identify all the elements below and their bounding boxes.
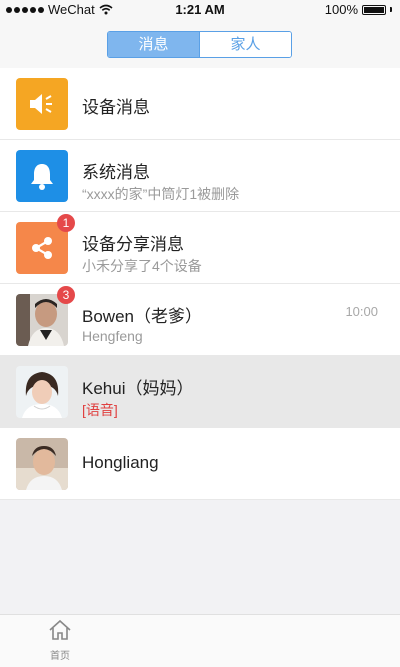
item-title: 设备消息 — [82, 98, 150, 117]
avatar — [16, 438, 68, 490]
tab-home-label: 首页 — [50, 651, 70, 662]
list-item-contact-kehui[interactable]: Kehui（妈妈） [语音] — [0, 356, 400, 428]
item-title: 系统消息 — [82, 163, 150, 182]
battery-percent: 100% — [324, 2, 358, 17]
item-time: 10:00 — [345, 304, 378, 319]
status-bar: WeChat 1:21 AM 100% — [0, 0, 400, 20]
tab-messages[interactable]: 消息 — [108, 32, 199, 57]
item-title: Kehui（妈妈） — [82, 379, 194, 398]
bell-icon — [16, 150, 68, 202]
tab-family[interactable]: 家人 — [199, 32, 291, 57]
message-list: 设备消息 系统消息 “xxxx的家”中筒灯1被删除 1 设备分享消息 小禾分享了… — [0, 68, 400, 500]
list-item-device-messages[interactable]: 设备消息 — [0, 68, 400, 140]
unread-badge: 3 — [57, 286, 75, 304]
list-item-system-messages[interactable]: 系统消息 “xxxx的家”中筒灯1被删除 — [0, 140, 400, 212]
avatar — [16, 366, 68, 418]
segmented-control: 消息 家人 — [107, 31, 292, 58]
tab-bar: 首页 — [0, 614, 400, 667]
tab-home[interactable]: 首页 — [36, 619, 84, 665]
battery-status: 100% — [325, 2, 392, 17]
item-title: Hongliang — [82, 453, 159, 472]
battery-icon — [362, 4, 386, 15]
item-subtitle: Hengfeng — [82, 328, 143, 344]
list-item-device-share[interactable]: 1 设备分享消息 小禾分享了4个设备 — [0, 212, 400, 284]
item-subtitle: “xxxx的家”中筒灯1被删除 — [82, 186, 240, 202]
unread-badge: 1 — [57, 214, 75, 232]
list-item-contact-bowen[interactable]: 3 Bowen（老爹） Hengfeng 10:00 — [0, 284, 400, 356]
item-subtitle: [语音] — [82, 402, 118, 418]
header: 消息 家人 — [0, 20, 400, 68]
list-item-contact-hongliang[interactable]: Hongliang — [0, 428, 400, 500]
home-icon — [49, 619, 71, 640]
item-title: 设备分享消息 — [82, 235, 184, 254]
speaker-icon — [16, 78, 68, 130]
item-title: Bowen（老爹） — [82, 307, 202, 326]
item-subtitle: 小禾分享了4个设备 — [82, 258, 202, 274]
